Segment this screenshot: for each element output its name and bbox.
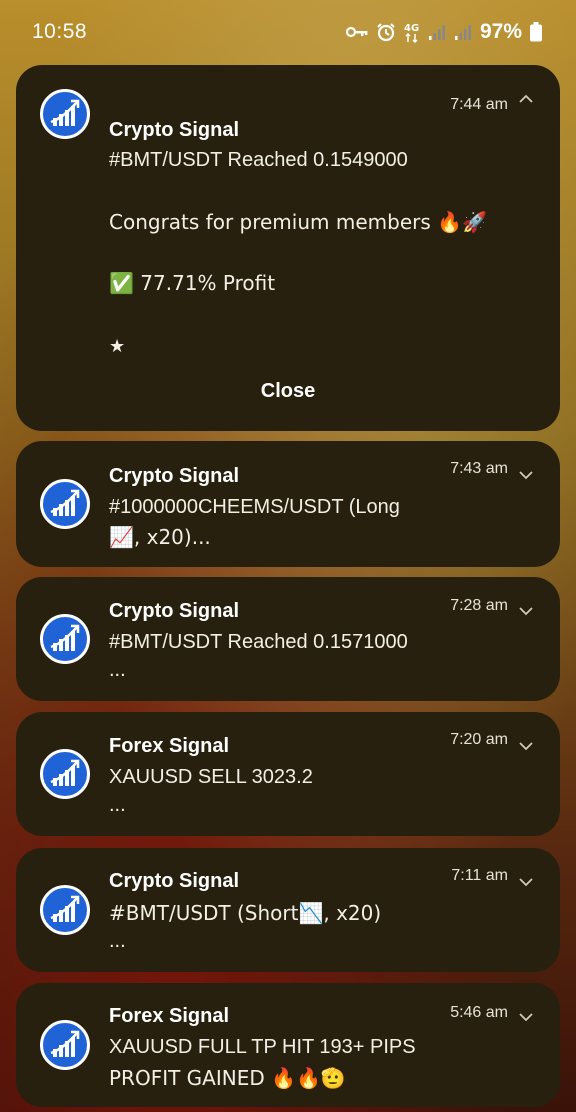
notification-time: 7:20 am [450, 731, 508, 748]
battery-percent: 97% [479, 20, 522, 43]
star-icon: ★ [109, 336, 126, 357]
app-name: Crypto Signal [109, 600, 240, 622]
notification-text: ... [109, 659, 126, 681]
app-name: Crypto Signal [109, 870, 240, 892]
notification-time: 7:43 am [450, 460, 508, 477]
notification-text: XAUUSD FULL TP HIT 193+ PIPS [109, 1036, 416, 1058]
signal-icon [428, 23, 446, 41]
notification-text: #BMT/USDT Reached 0.1571000 [109, 631, 408, 653]
chevron-down-icon[interactable] [518, 1009, 534, 1025]
notification-text: ... [109, 794, 126, 816]
battery-icon [530, 22, 542, 42]
chart-growth-icon [50, 624, 80, 651]
app-name: Forex Signal [109, 735, 230, 757]
notification-time: 7:44 am [450, 96, 508, 113]
notification-text: ✅ 77.71% Profit [109, 271, 276, 295]
notification-card[interactable]: Crypto Signal 7:28 am #BMT/USDT Reached … [16, 577, 560, 701]
app-avatar [40, 614, 90, 664]
status-icons: 4G 97% [345, 20, 542, 44]
notification-text: PROFIT GAINED 🔥🔥🫡 [109, 1066, 346, 1090]
chevron-up-icon[interactable] [518, 91, 534, 107]
key-icon [345, 25, 368, 39]
chevron-down-icon[interactable] [518, 603, 534, 619]
chart-growth-icon [50, 895, 80, 922]
chart-growth-icon [50, 1030, 80, 1057]
app-name: Crypto Signal [109, 465, 240, 487]
notification-text: #BMT/USDT Reached 0.1549000 [109, 149, 408, 171]
notification-time: 7:11 am [451, 867, 508, 884]
notification-time: 7:28 am [450, 597, 508, 614]
app-avatar [40, 885, 90, 935]
status-time: 10:58 [32, 20, 88, 43]
alarm-icon [376, 22, 396, 42]
app-avatar [40, 1020, 90, 1070]
notification-text: ... [109, 930, 126, 952]
app-name: Forex Signal [109, 1005, 230, 1027]
app-avatar [40, 749, 90, 799]
notification-card[interactable]: Crypto Signal 7:43 am #1000000CHEEMS/USD… [16, 441, 560, 567]
notification-text: 📈, x20)... [109, 525, 211, 549]
notification-card[interactable]: Crypto Signal 7:44 am #BMT/USDT Reached … [16, 65, 560, 431]
notification-text: Congrats for premium members 🔥🚀 [109, 210, 487, 234]
app-avatar [40, 479, 90, 529]
chart-growth-icon [50, 759, 80, 786]
app-name: Crypto Signal [109, 119, 240, 141]
chevron-down-icon[interactable] [518, 467, 534, 483]
notification-card[interactable]: Forex Signal 5:46 am XAUUSD FULL TP HIT … [16, 983, 560, 1107]
4g-icon: 4G [404, 21, 420, 43]
chart-growth-icon [50, 489, 80, 516]
close-button[interactable]: Close [16, 380, 560, 403]
status-bar: 10:58 4G 97% [0, 0, 576, 64]
notification-time: 5:46 am [450, 1004, 508, 1021]
chevron-down-icon[interactable] [518, 738, 534, 754]
notification-card[interactable]: Forex Signal 7:20 am XAUUSD SELL 3023.2 … [16, 712, 560, 836]
notification-card[interactable]: Crypto Signal 7:11 am #BMT/USDT (Short📉,… [16, 848, 560, 972]
chart-growth-icon [50, 99, 80, 126]
app-avatar [40, 89, 90, 139]
chevron-down-icon[interactable] [518, 874, 534, 890]
network-label: 4G [404, 23, 419, 34]
signal-icon [454, 23, 472, 41]
notification-text: #BMT/USDT (Short📉, x20) [109, 901, 382, 925]
notification-text: XAUUSD SELL 3023.2 [109, 766, 313, 788]
notification-text: #1000000CHEEMS/USDT (Long [109, 496, 400, 518]
